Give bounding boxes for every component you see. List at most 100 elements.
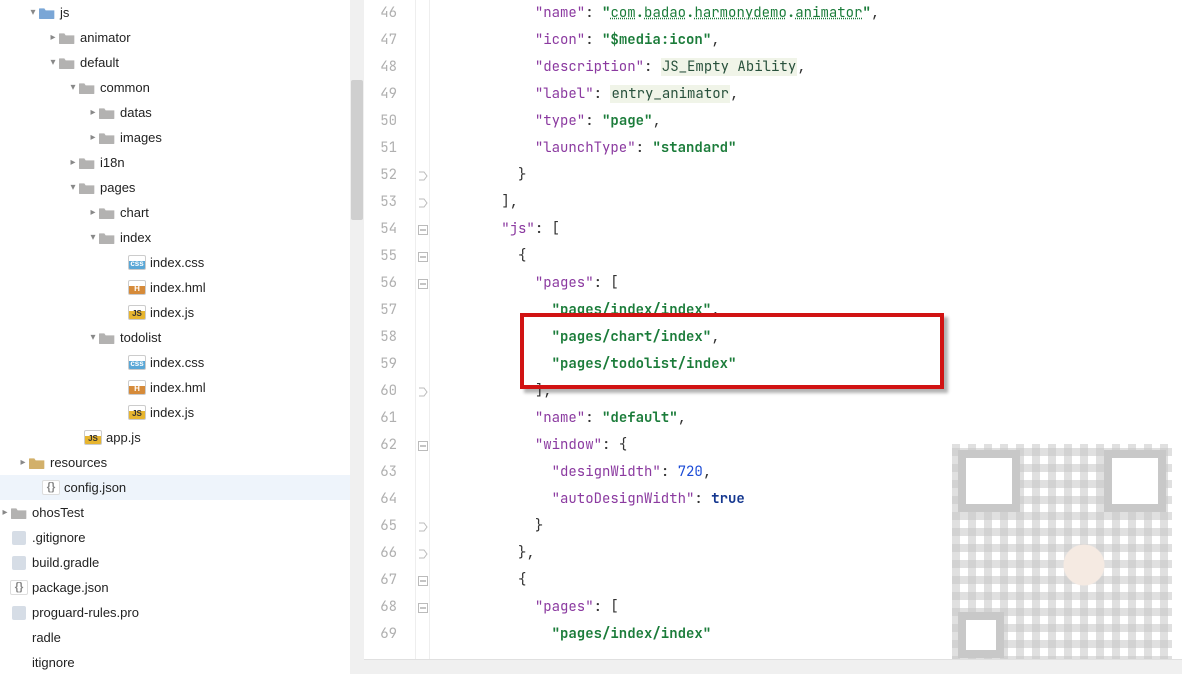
fold-close-icon[interactable]: [416, 189, 429, 216]
fold-close-icon[interactable]: [416, 162, 429, 189]
code-token: :: [661, 463, 678, 481]
tree-item-label: resources: [50, 455, 107, 470]
code-line[interactable]: "type": "page",: [434, 108, 1182, 135]
tree-item-label: index.hml: [150, 380, 206, 395]
qr-watermark: [952, 444, 1172, 664]
chevron-down-icon[interactable]: ▾: [88, 332, 98, 343]
editor-horizontal-scrollbar[interactable]: [364, 659, 1182, 674]
fold-close-icon[interactable]: [416, 513, 429, 540]
fold-none: [416, 351, 429, 378]
tree-item[interactable]: ▸ohosTest: [0, 500, 364, 525]
code-token: : [: [594, 274, 619, 292]
tree-item[interactable]: ▾default: [0, 50, 364, 75]
tree-item-label: chart: [120, 205, 149, 220]
tree-item[interactable]: .gitignore: [0, 525, 364, 550]
code-line[interactable]: "description": JS_Empty Ability,: [434, 54, 1182, 81]
chevron-right-icon[interactable]: ▸: [88, 107, 98, 118]
tree-item[interactable]: ▸animator: [0, 25, 364, 50]
project-tree[interactable]: ▾js▸animator▾default▾common▸datas▸images…: [0, 0, 364, 674]
chevron-right-icon[interactable]: ▸: [48, 32, 58, 43]
line-number: 50: [364, 108, 397, 135]
code-line[interactable]: "label": entry_animator,: [434, 81, 1182, 108]
code-line[interactable]: "pages/todolist/index": [434, 351, 1182, 378]
fold-open-icon[interactable]: [416, 270, 429, 297]
chevron-down-icon[interactable]: ▾: [48, 57, 58, 68]
tree-item[interactable]: JSapp.js: [0, 425, 364, 450]
code-token: "launchType": [535, 139, 636, 157]
code-editor[interactable]: 4647484950515253545556575859606162636465…: [364, 0, 1182, 674]
editor-fold-column[interactable]: [416, 0, 430, 674]
tree-item[interactable]: JSindex.js: [0, 400, 364, 425]
code-line[interactable]: }: [434, 162, 1182, 189]
chevron-down-icon[interactable]: ▾: [68, 82, 78, 93]
tree-item[interactable]: ▸datas: [0, 100, 364, 125]
fold-open-icon[interactable]: [416, 432, 429, 459]
line-number: 64: [364, 486, 397, 513]
tree-item[interactable]: ▾todolist: [0, 325, 364, 350]
code-line[interactable]: "pages": [: [434, 270, 1182, 297]
tree-item[interactable]: ▾ index: [0, 225, 364, 250]
tree-item-label: index: [120, 230, 151, 245]
tree-item[interactable]: itignore: [0, 650, 364, 674]
code-token: com: [610, 4, 635, 22]
tree-item[interactable]: proguard-rules.pro: [0, 600, 364, 625]
tree-item[interactable]: {}package.json: [0, 575, 364, 600]
code-line[interactable]: "name": "com.badao.harmonydemo.animator"…: [434, 0, 1182, 27]
fold-open-icon[interactable]: [416, 567, 429, 594]
tree-item[interactable]: build.gradle: [0, 550, 364, 575]
tree-item[interactable]: cssindex.css: [0, 250, 364, 275]
tree-item-label: index.hml: [150, 280, 206, 295]
chevron-right-icon[interactable]: ▸: [88, 207, 98, 218]
tree-item[interactable]: radle: [0, 625, 364, 650]
fold-close-icon[interactable]: [416, 378, 429, 405]
chevron-down-icon[interactable]: ▾: [28, 7, 38, 18]
code-line[interactable]: "launchType": "standard": [434, 135, 1182, 162]
tree-item[interactable]: ▸i18n: [0, 150, 364, 175]
code-line[interactable]: {: [434, 243, 1182, 270]
tree-item[interactable]: ▸ chart: [0, 200, 364, 225]
code-line[interactable]: ],: [434, 189, 1182, 216]
tree-item[interactable]: {}config.json: [0, 475, 364, 500]
code-line[interactable]: "js": [: [434, 216, 1182, 243]
tree-item[interactable]: ▸ images: [0, 125, 364, 150]
line-number: 63: [364, 459, 397, 486]
folder-icon: [98, 205, 116, 221]
code-line[interactable]: "pages/chart/index",: [434, 324, 1182, 351]
tree-item[interactable]: ▾common: [0, 75, 364, 100]
code-token: ],: [535, 382, 552, 400]
fold-open-icon[interactable]: [416, 216, 429, 243]
code-line[interactable]: "icon": "$media:icon",: [434, 27, 1182, 54]
fold-open-icon[interactable]: [416, 243, 429, 270]
code-token: ,: [652, 112, 660, 130]
tree-item-label: images: [120, 130, 162, 145]
tree-item[interactable]: ▸ resources: [0, 450, 364, 475]
tree-item[interactable]: Hindex.hml: [0, 375, 364, 400]
code-line[interactable]: "name": "default",: [434, 405, 1182, 432]
tree-item[interactable]: ▾js: [0, 0, 364, 25]
line-number: 69: [364, 621, 397, 648]
code-token: ,: [678, 409, 686, 427]
code-token: ": [862, 4, 870, 22]
code-token: entry_animator: [610, 85, 730, 103]
tree-item[interactable]: ▾pages: [0, 175, 364, 200]
code-line[interactable]: ],: [434, 378, 1182, 405]
code-token: "pages/chart/index": [552, 328, 712, 346]
sidebar-scrollbar[interactable]: [350, 0, 364, 674]
chevron-right-icon[interactable]: ▸: [18, 457, 28, 468]
fold-none: [416, 81, 429, 108]
tree-item[interactable]: Hindex.hml: [0, 275, 364, 300]
folder-icon: [28, 455, 46, 471]
line-number: 52: [364, 162, 397, 189]
sidebar-scrollbar-thumb[interactable]: [351, 80, 363, 220]
fold-close-icon[interactable]: [416, 540, 429, 567]
fold-open-icon[interactable]: [416, 594, 429, 621]
chevron-down-icon[interactable]: ▾: [88, 232, 98, 243]
chevron-right-icon[interactable]: ▸: [68, 157, 78, 168]
tree-item[interactable]: cssindex.css: [0, 350, 364, 375]
code-line[interactable]: "pages/index/index",: [434, 297, 1182, 324]
chevron-down-icon[interactable]: ▾: [68, 182, 78, 193]
code-token: .: [636, 4, 644, 22]
tree-item[interactable]: JSindex.js: [0, 300, 364, 325]
chevron-right-icon[interactable]: ▸: [88, 132, 98, 143]
chevron-right-icon[interactable]: ▸: [0, 507, 10, 518]
